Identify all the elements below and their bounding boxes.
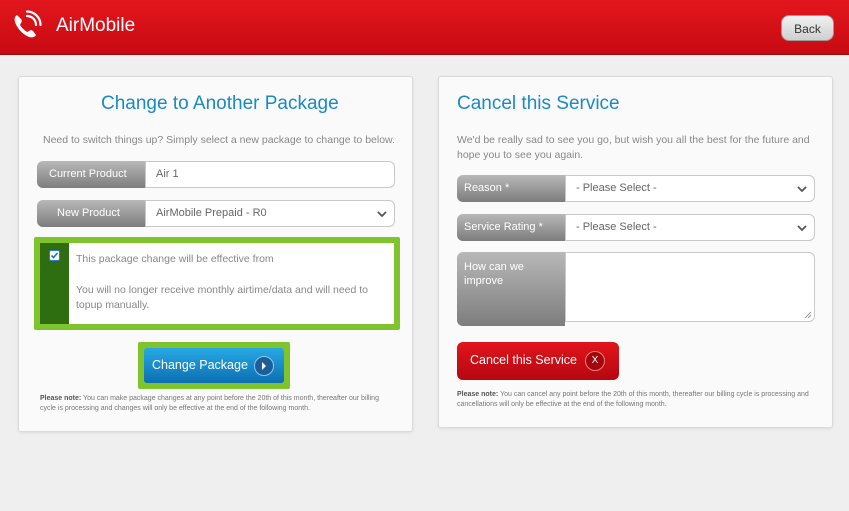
package-change-notice: This package change will be effective fr…: [34, 237, 400, 330]
chevron-down-icon: [377, 211, 387, 218]
checkmark-icon: [50, 252, 59, 259]
change-package-note: Please note: You can make package change…: [40, 394, 396, 414]
change-package-button[interactable]: Change Package: [144, 348, 284, 383]
notice-effective-text: This package change will be effective fr…: [76, 253, 274, 265]
cancel-service-title: Cancel this Service: [457, 93, 620, 114]
reason-field: Reason * - Please Select -: [457, 175, 815, 202]
top-bar: AirMobile Back: [0, 0, 849, 55]
service-rating-select[interactable]: - Please Select -: [565, 214, 815, 241]
back-button[interactable]: Back: [781, 15, 834, 41]
notice-checkbox-column: [40, 243, 69, 324]
change-note-label: Please note:: [40, 395, 82, 402]
service-rating-label: Service Rating *: [457, 214, 565, 241]
change-package-highlight: Change Package: [138, 342, 290, 389]
arrow-right-icon: [254, 356, 274, 376]
current-product-label: Current Product: [37, 161, 145, 188]
current-product-field: Current Product Air 1: [37, 161, 395, 188]
reason-label: Reason *: [457, 175, 565, 202]
new-product-label: New Product: [37, 200, 145, 227]
service-rating-value: - Please Select -: [576, 221, 657, 233]
improve-textarea[interactable]: [565, 252, 815, 322]
change-package-description: Need to switch things up? Simply select …: [43, 134, 395, 146]
chevron-down-icon: [797, 225, 807, 232]
cancel-service-button[interactable]: Cancel this Service X: [457, 342, 619, 380]
cancel-note-label: Please note:: [457, 391, 499, 398]
current-product-input[interactable]: Air 1: [145, 161, 395, 188]
change-package-title: Change to Another Package: [101, 93, 339, 114]
reason-select[interactable]: - Please Select -: [565, 175, 815, 202]
cancel-service-description: We'd be really sad to see you go, but wi…: [457, 134, 810, 161]
cancel-note-text: You can cancel any point before the 20th…: [457, 391, 809, 408]
notice-topup-text: You will no longer receive monthly airti…: [76, 284, 369, 311]
phone-icon: [14, 10, 42, 38]
cancel-service-label: Cancel this Service: [470, 353, 577, 367]
change-note-text: You can make package changes at any poin…: [40, 395, 379, 412]
change-package-label: Change Package: [152, 358, 248, 372]
close-icon: X: [585, 351, 605, 371]
new-product-field: New Product AirMobile Prepaid - R0: [37, 200, 395, 227]
service-rating-field: Service Rating * - Please Select -: [457, 214, 815, 241]
improve-label: How can we improve: [457, 252, 565, 326]
app-title: AirMobile: [56, 15, 136, 36]
notice-content: This package change will be effective fr…: [69, 243, 394, 324]
reason-value: - Please Select -: [576, 182, 657, 194]
new-product-value: AirMobile Prepaid - R0: [156, 207, 267, 219]
chevron-down-icon: [797, 186, 807, 193]
cancel-service-note: Please note: You can cancel any point be…: [457, 390, 817, 410]
resize-handle-icon[interactable]: [804, 311, 812, 319]
new-product-select[interactable]: AirMobile Prepaid - R0: [145, 200, 395, 227]
confirm-checkbox[interactable]: [49, 250, 60, 261]
